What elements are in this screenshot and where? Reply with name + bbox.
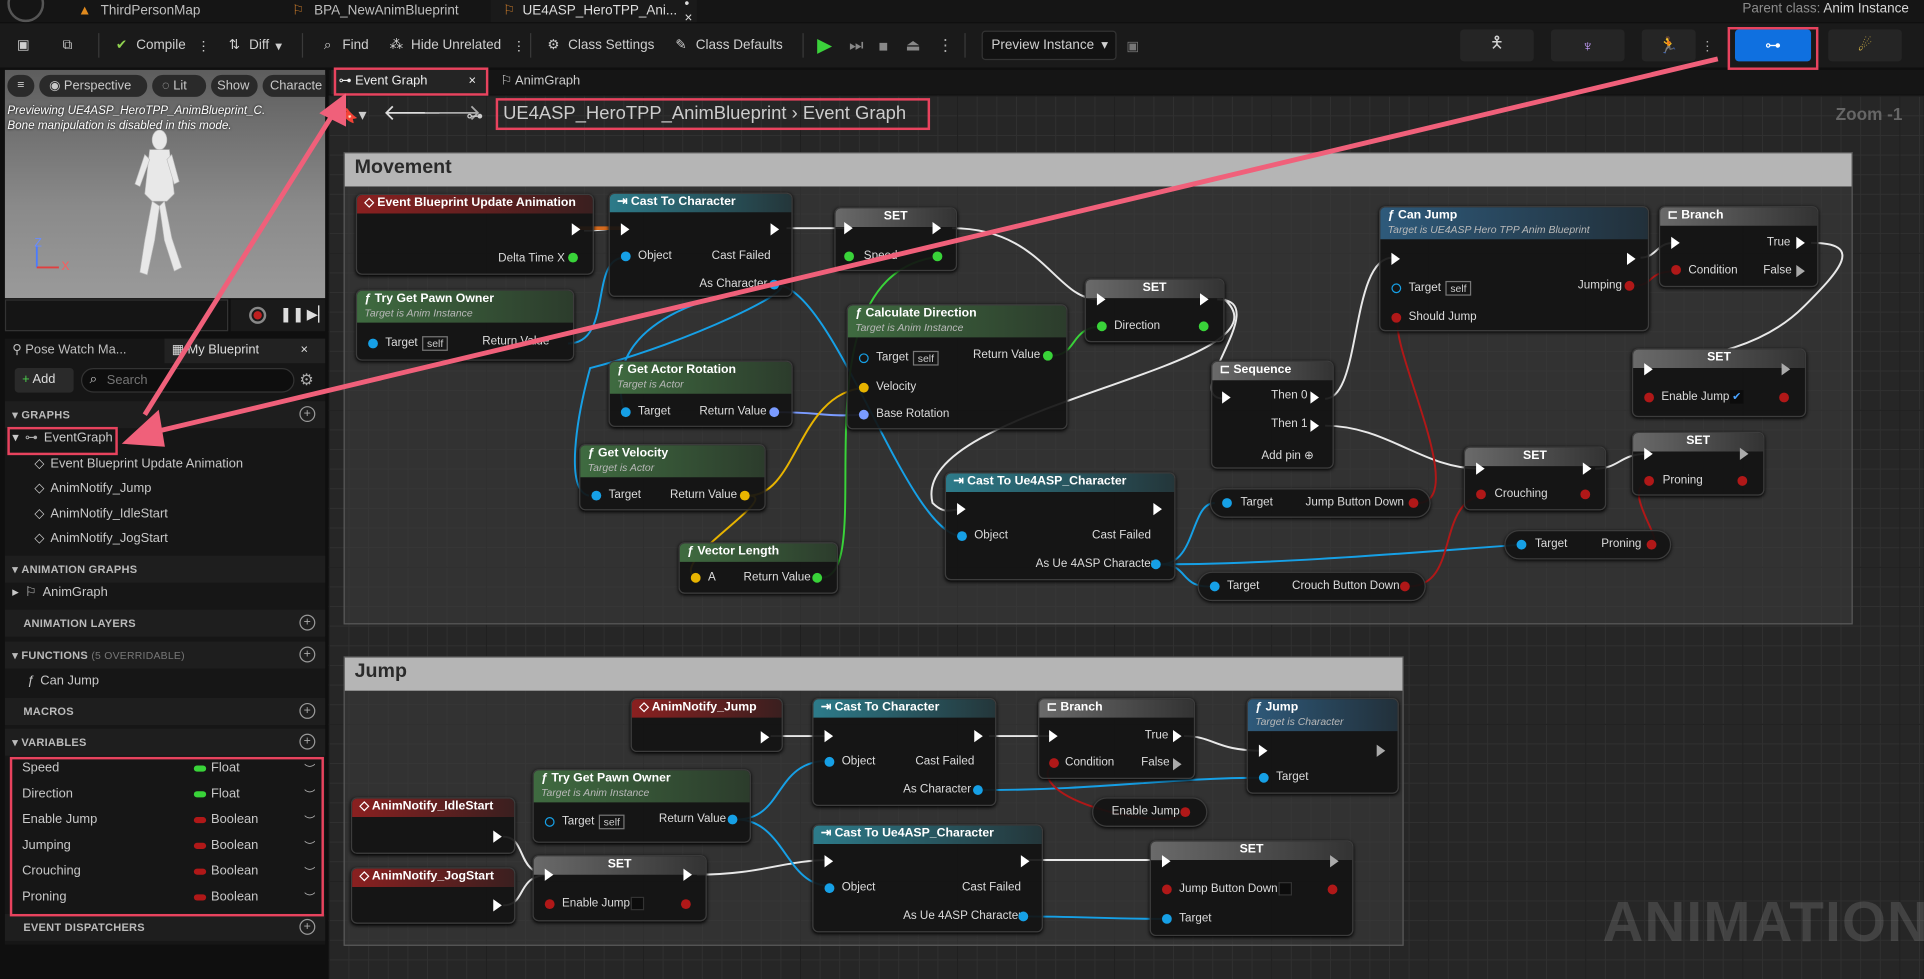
annotation-arrows	[121, 56, 1719, 447]
editor-window: ▲ ThirdPersonMap ⚐ BPA_NewAnimBlueprint ⚐ U…	[0, 0, 1924, 979]
